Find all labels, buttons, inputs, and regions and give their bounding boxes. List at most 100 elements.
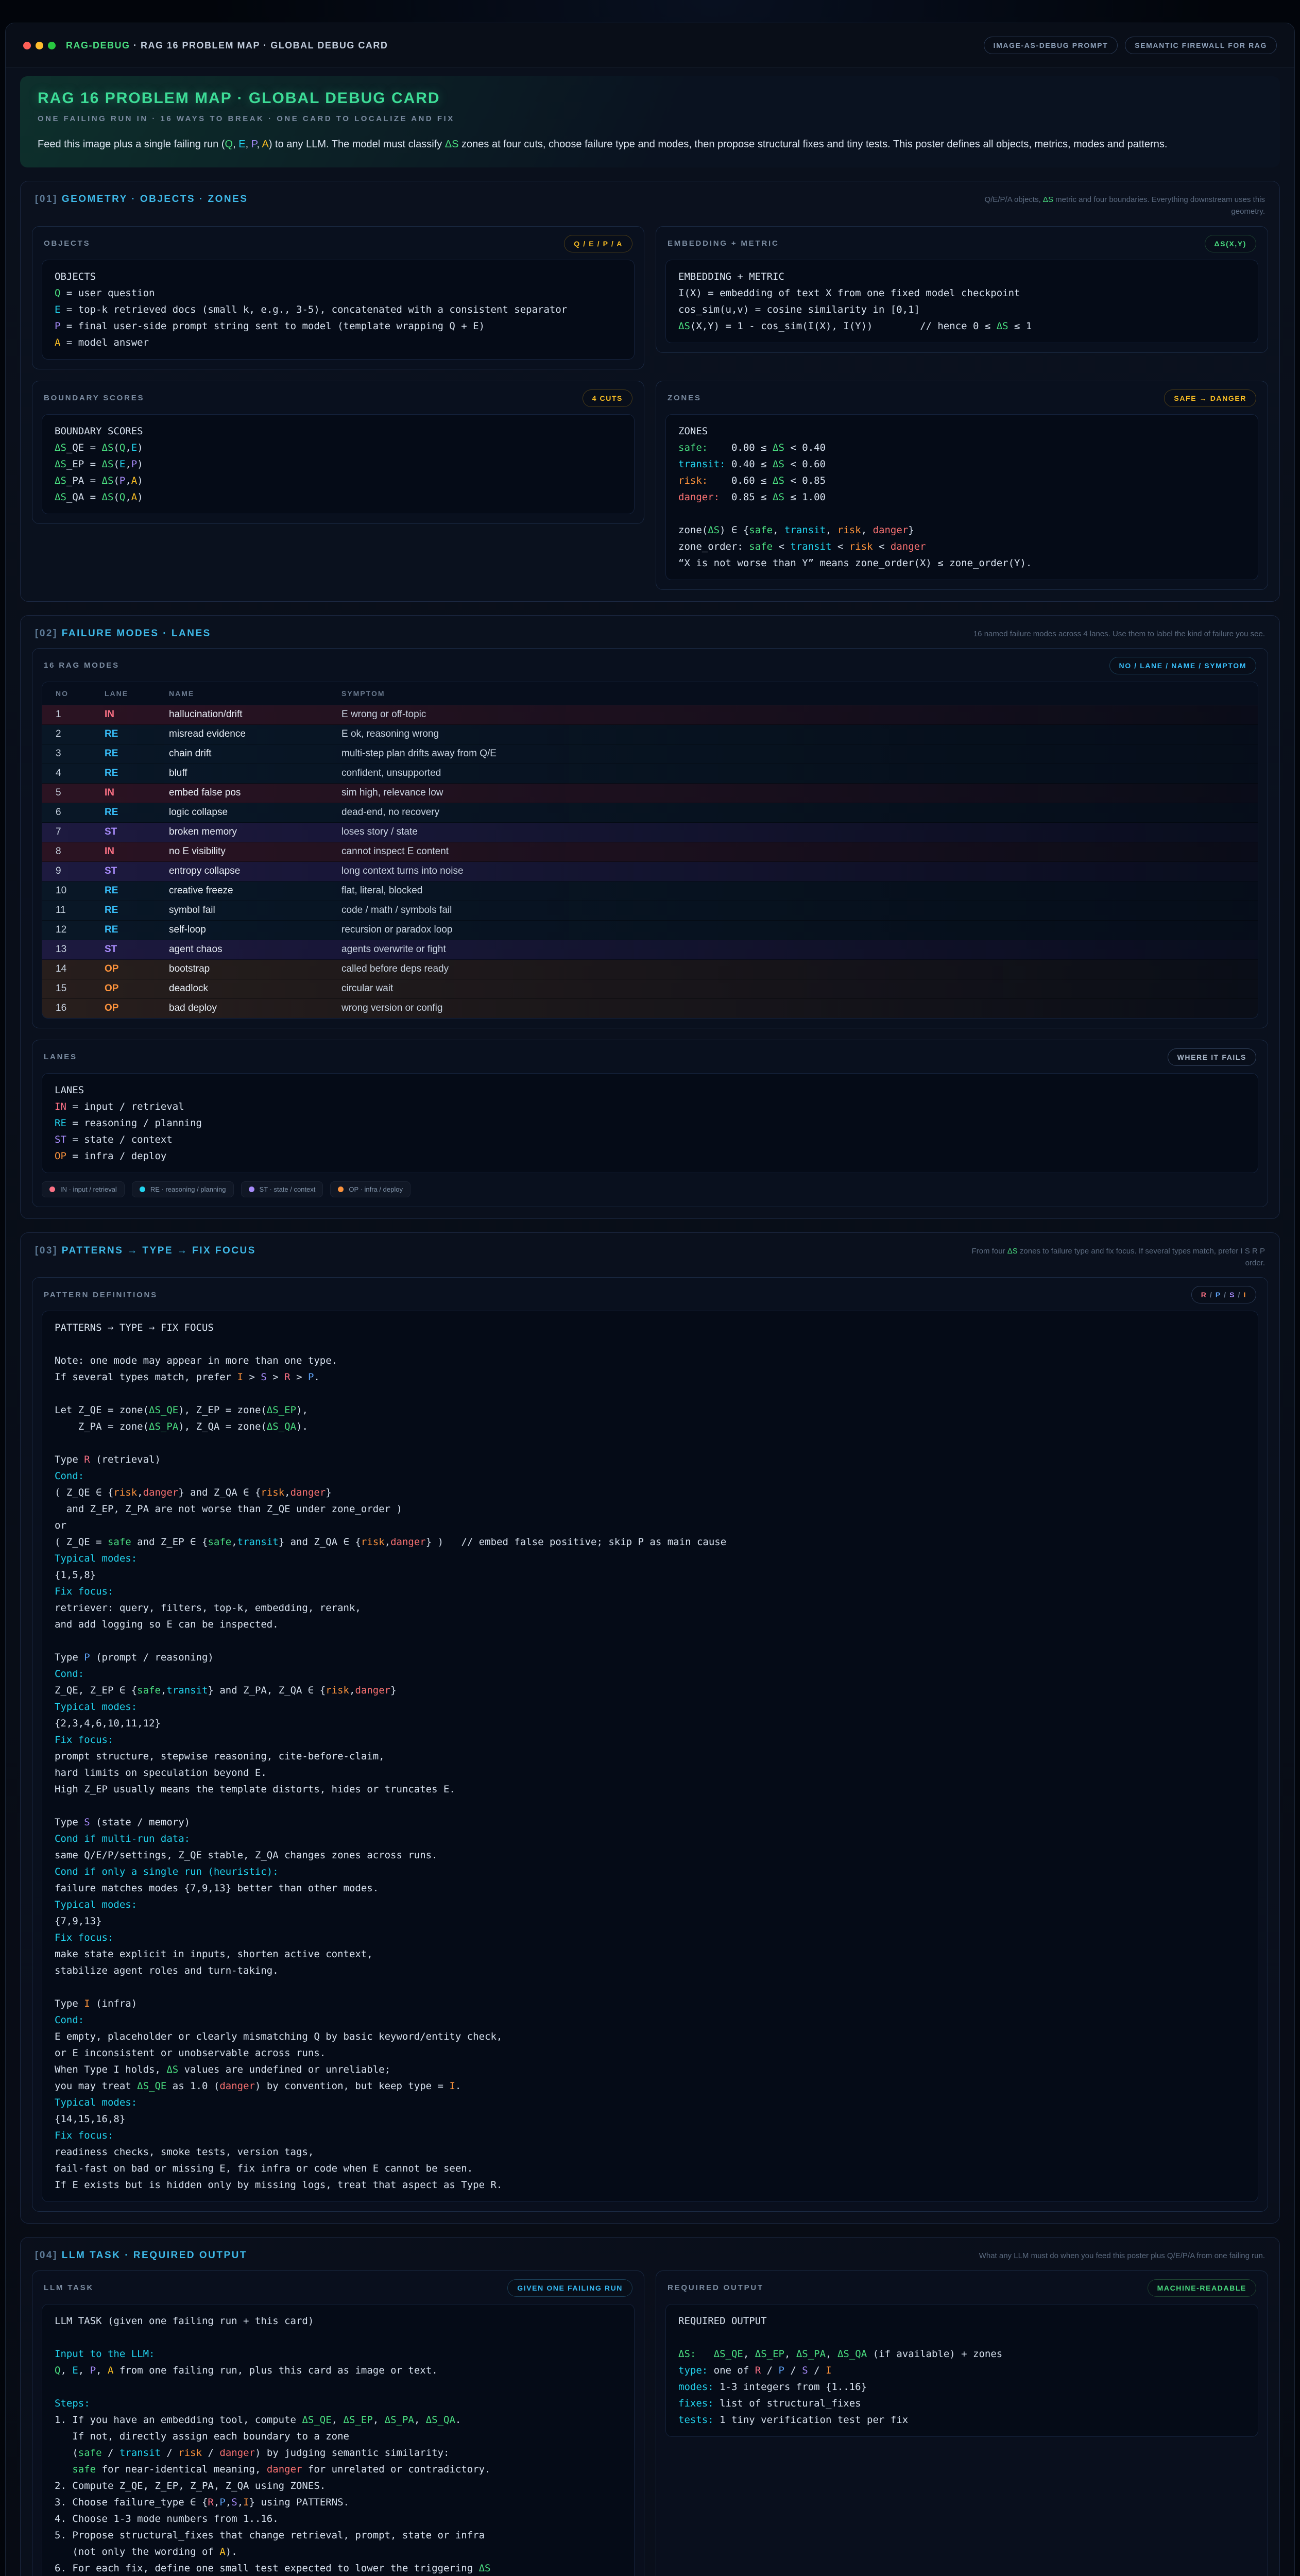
- card-content: RAG 16 PROBLEM MAP · GLOBAL DEBUG CARD O…: [6, 68, 1294, 2576]
- legend-chip: ST · state / context: [241, 1181, 323, 1197]
- modes-table: NO LANE NAME SYMPTOM 1 IN hallucination/…: [42, 682, 1258, 1019]
- mode-no: 3: [56, 748, 105, 759]
- mode-name: deadlock: [169, 983, 341, 994]
- section-04-header: [04]LLM TASK · REQUIRED OUTPUT What any …: [32, 2247, 1268, 2270]
- table-row: 10 RE creative freeze flat, literal, blo…: [42, 882, 1258, 901]
- mode-no: 9: [56, 866, 105, 877]
- section-04-note: What any LLM must do when you feed this …: [979, 2250, 1265, 2262]
- mode-symptom: cannot inspect E content: [341, 846, 1244, 857]
- mode-no: 2: [56, 728, 105, 740]
- mode-lane: ST: [105, 944, 169, 955]
- mode-no: 14: [56, 963, 105, 975]
- mode-symptom: E ok, reasoning wrong: [341, 728, 1244, 740]
- table-row: 9 ST entropy collapse long context turns…: [42, 862, 1258, 882]
- mode-no: 12: [56, 924, 105, 936]
- required-label: REQUIRED OUTPUT: [668, 2283, 764, 2292]
- mode-symptom: loses story / state: [341, 826, 1244, 838]
- lanes-code: LANESIN = input / retrievalRE = reasonin…: [42, 1073, 1258, 1173]
- table-row: 8 IN no E visibility cannot inspect E co…: [42, 842, 1258, 862]
- titlebar-badges: IMAGE-AS-DEBUG PROMPT SEMANTIC FIREWALL …: [984, 37, 1277, 54]
- mode-name: agent chaos: [169, 944, 341, 955]
- table-row: 15 OP deadlock circular wait: [42, 979, 1258, 999]
- mode-no: 8: [56, 846, 105, 857]
- table-row: 2 RE misread evidence E ok, reasoning wr…: [42, 725, 1258, 744]
- mode-symptom: wrong version or config: [341, 1003, 1244, 1014]
- mode-lane: RE: [105, 768, 169, 779]
- mode-lane: OP: [105, 963, 169, 975]
- panel-boundary-scores: BOUNDARY SCORES 4 CUTS BOUNDARY SCORESΔS…: [32, 381, 644, 524]
- modes-table-header: NO LANE NAME SYMPTOM: [42, 682, 1258, 705]
- task-code: LLM TASK (given one failing run + this c…: [42, 2304, 635, 2576]
- mode-no: 6: [56, 807, 105, 818]
- section-03-header: [03]PATTERNS → TYPE → FIX FOCUS From fou…: [32, 1242, 1268, 1278]
- table-row: 4 RE bluff confident, unsupported: [42, 764, 1258, 784]
- section-patterns: [03]PATTERNS → TYPE → FIX FOCUS From fou…: [20, 1232, 1280, 2224]
- mode-lane: RE: [105, 885, 169, 896]
- section-03-title: [03]PATTERNS → TYPE → FIX FOCUS: [35, 1245, 256, 1257]
- modes-label: 16 RAG MODES: [44, 661, 119, 670]
- mode-lane: RE: [105, 924, 169, 936]
- mode-name: chain drift: [169, 748, 341, 759]
- minimize-icon[interactable]: [36, 42, 43, 49]
- table-row: 3 RE chain drift multi-step plan drifts …: [42, 744, 1258, 764]
- metric-label: EMBEDDING + METRIC: [668, 239, 779, 248]
- metric-badge: ΔS(X,Y): [1205, 235, 1257, 252]
- mode-lane: OP: [105, 1003, 169, 1014]
- mode-lane: IN: [105, 709, 169, 720]
- table-row: 7 ST broken memory loses story / state: [42, 823, 1258, 842]
- table-row: 16 OP bad deploy wrong version or config: [42, 999, 1258, 1018]
- modes-badge: NO / LANE / NAME / SYMPTOM: [1109, 657, 1256, 674]
- mode-name: hallucination/drift: [169, 709, 341, 720]
- page-description: Feed this image plus a single failing ru…: [38, 137, 1262, 152]
- mode-symptom: confident, unsupported: [341, 768, 1244, 779]
- legend-chip: OP · infra / deploy: [330, 1181, 410, 1197]
- mode-name: logic collapse: [169, 807, 341, 818]
- mode-lane: RE: [105, 748, 169, 759]
- mode-name: no E visibility: [169, 846, 341, 857]
- mode-symptom: flat, literal, blocked: [341, 885, 1244, 896]
- mode-no: 1: [56, 709, 105, 720]
- table-row: 5 IN embed false pos sim high, relevance…: [42, 784, 1258, 803]
- mode-name: bootstrap: [169, 963, 341, 975]
- mode-no: 13: [56, 944, 105, 955]
- section-01-header: [01]GEOMETRY · OBJECTS · ZONES Q/E/P/A o…: [32, 191, 1268, 226]
- boundary-code: BOUNDARY SCORESΔS_QE = ΔS(Q,E)ΔS_EP = ΔS…: [42, 414, 635, 514]
- titlebar: RAG-DEBUG · RAG 16 PROBLEM MAP · GLOBAL …: [6, 23, 1294, 68]
- patterns-label: PATTERN DEFINITIONS: [44, 1291, 158, 1299]
- legend-label: ST · state / context: [260, 1185, 316, 1193]
- objects-label: OBJECTS: [44, 239, 90, 248]
- mode-symptom: sim high, relevance low: [341, 787, 1244, 799]
- mode-lane: RE: [105, 728, 169, 740]
- badge-semantic-firewall: SEMANTIC FIREWALL FOR RAG: [1125, 37, 1277, 54]
- zoom-icon[interactable]: [48, 42, 56, 49]
- task-badge: GIVEN ONE FAILING RUN: [507, 2279, 632, 2297]
- lane-dot-icon: [49, 1187, 55, 1192]
- legend-label: RE · reasoning / planning: [150, 1185, 226, 1193]
- section-01-number: [01]: [35, 194, 58, 205]
- section-geometry: [01]GEOMETRY · OBJECTS · ZONES Q/E/P/A o…: [20, 181, 1280, 602]
- mode-symptom: multi-step plan drifts away from Q/E: [341, 748, 1244, 759]
- mode-lane: RE: [105, 905, 169, 916]
- col-lane: LANE: [105, 689, 169, 698]
- mode-symptom: called before deps ready: [341, 963, 1244, 975]
- close-icon[interactable]: [23, 42, 31, 49]
- section-04-number: [04]: [35, 2250, 58, 2261]
- mode-symptom: agents overwrite or fight: [341, 944, 1244, 955]
- lanes-label: LANES: [44, 1053, 77, 1061]
- panel-pattern-definitions: PATTERN DEFINITIONS R / P / S / I PATTER…: [32, 1277, 1268, 2212]
- page: RAG-DEBUG · RAG 16 PROBLEM MAP · GLOBAL …: [0, 0, 1300, 2576]
- zones-badge: SAFE → DANGER: [1164, 389, 1256, 407]
- mode-name: misread evidence: [169, 728, 341, 740]
- panel-objects: OBJECTS Q / E / P / A OBJECTSQ = user qu…: [32, 226, 644, 369]
- lane-dot-icon: [140, 1187, 145, 1192]
- required-code: REQUIRED OUTPUT ΔS: ΔS_QE, ΔS_EP, ΔS_PA,…: [665, 2304, 1258, 2437]
- legend-chip: RE · reasoning / planning: [132, 1181, 234, 1197]
- mode-name: bluff: [169, 768, 341, 779]
- mode-name: embed false pos: [169, 787, 341, 799]
- zones-label: ZONES: [668, 394, 702, 402]
- legend-label: OP · infra / deploy: [349, 1185, 403, 1193]
- debug-card: RAG-DEBUG · RAG 16 PROBLEM MAP · GLOBAL …: [5, 23, 1295, 2576]
- mode-lane: IN: [105, 787, 169, 799]
- mode-no: 15: [56, 983, 105, 994]
- table-row: 13 ST agent chaos agents overwrite or fi…: [42, 940, 1258, 960]
